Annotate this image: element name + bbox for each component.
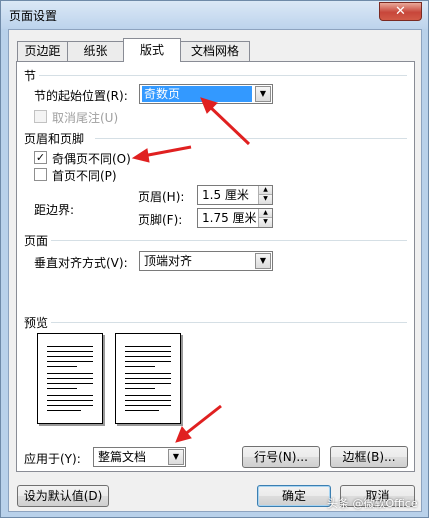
chevron-down-icon[interactable]: ▼ (168, 449, 184, 465)
spinner-buttons: ▲ ▼ (258, 186, 272, 204)
ok-button[interactable]: 确定 (257, 485, 331, 507)
apply-to-combo[interactable]: 整篇文档 ▼ (93, 447, 186, 467)
watermark: 头条 @微软Office (327, 497, 418, 510)
vertical-alignment-label: 垂直对齐方式(V): (34, 256, 128, 270)
tab-layout-label: 版式 (139, 43, 164, 57)
dialog-client: 页边距 纸张 版式 文档网格 节 节的起始位置(R): 奇数页 ▼ 取消尾注(U… (8, 29, 422, 512)
first-page-checkbox[interactable] (34, 168, 47, 181)
tab-document-grid[interactable]: 文档网格 (180, 41, 250, 61)
layout-panel: 节 节的起始位置(R): 奇数页 ▼ 取消尾注(U) 页眉和页脚 ✓ 奇偶页不同… (16, 61, 415, 472)
section-start-combo[interactable]: 奇数页 ▼ (139, 84, 273, 104)
vertical-alignment-value: 顶端对齐 (144, 254, 193, 268)
suppress-endnotes-checkbox[interactable] (34, 110, 47, 123)
tab-paper-label: 纸张 (83, 44, 108, 58)
preview-heading: 预览 (24, 316, 49, 330)
line-numbers-button[interactable]: 行号(N)... (242, 446, 320, 468)
tab-margins-label: 页边距 (24, 44, 61, 58)
divider (51, 240, 407, 241)
odd-even-checkbox[interactable]: ✓ (34, 151, 47, 164)
tab-paper[interactable]: 纸张 (67, 41, 124, 61)
preview-page-right (115, 333, 181, 424)
preview-page-left (37, 333, 103, 424)
spin-up-icon[interactable]: ▲ (259, 209, 272, 218)
header-distance-spinner[interactable]: 1.5 厘米 ▲ ▼ (197, 185, 273, 205)
from-edge-label: 距边界: (34, 203, 75, 217)
set-default-button[interactable]: 设为默认值(D) (17, 485, 109, 507)
section-start-label: 节的起始位置(R): (34, 89, 128, 103)
tab-document-grid-label: 文档网格 (190, 44, 239, 58)
headers-footers-heading: 页眉和页脚 (24, 132, 85, 146)
apply-to-value: 整篇文档 (98, 450, 147, 464)
spinner-buttons: ▲ ▼ (258, 209, 272, 227)
vertical-alignment-combo[interactable]: 顶端对齐 ▼ (139, 251, 273, 271)
section-heading: 节 (24, 69, 37, 83)
first-page-label: 首页不同(P) (52, 169, 117, 183)
borders-button[interactable]: 边框(B)... (330, 446, 408, 468)
close-icon: ✕ (395, 4, 406, 19)
spin-down-icon[interactable]: ▼ (259, 218, 272, 227)
header-distance-value: 1.5 厘米 (202, 188, 249, 202)
divider (39, 75, 407, 76)
odd-even-label: 奇偶页不同(O) (52, 152, 131, 166)
check-icon: ✓ (35, 151, 46, 164)
footer-distance-spinner[interactable]: 1.75 厘米 ▲ ▼ (197, 208, 273, 228)
suppress-endnotes-label: 取消尾注(U) (52, 111, 119, 125)
section-start-value: 奇数页 (142, 86, 252, 102)
tab-layout[interactable]: 版式 (123, 38, 181, 62)
close-button[interactable]: ✕ (379, 2, 422, 21)
divider (51, 322, 407, 323)
chevron-down-icon[interactable]: ▼ (255, 86, 271, 102)
footer-distance-label: 页脚(F): (138, 213, 183, 227)
divider (95, 138, 407, 139)
page-setup-dialog: 页面设置 ✕ 页边距 纸张 版式 文档网格 节 节的起始位置(R): 奇数页 ▼… (0, 0, 429, 518)
dialog-title: 页面设置 (9, 9, 58, 23)
chevron-down-icon[interactable]: ▼ (255, 253, 271, 269)
title-bar: 页面设置 ✕ (1, 1, 428, 29)
spin-down-icon[interactable]: ▼ (259, 195, 272, 204)
spin-up-icon[interactable]: ▲ (259, 186, 272, 195)
tab-margins[interactable]: 页边距 (17, 41, 68, 61)
apply-to-label: 应用于(Y): (24, 452, 81, 466)
footer-distance-value: 1.75 厘米 (202, 211, 257, 225)
page-heading: 页面 (24, 234, 49, 248)
header-distance-label: 页眉(H): (138, 190, 185, 204)
